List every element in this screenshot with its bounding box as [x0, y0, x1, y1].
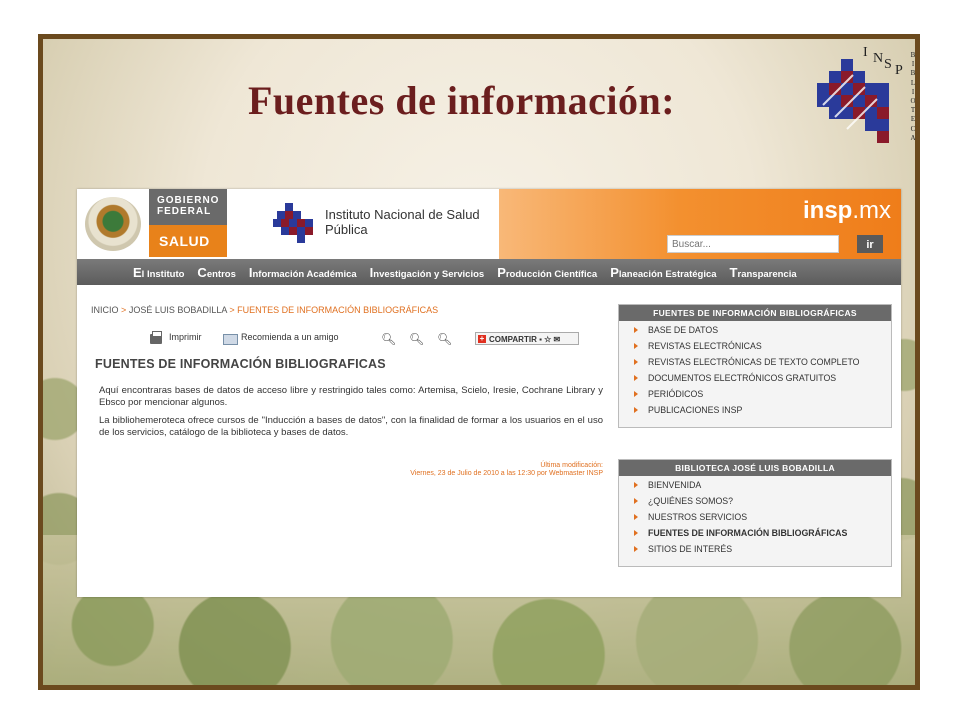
- logo-letter-s: S: [884, 57, 892, 72]
- logo-vertical-letter: L: [910, 78, 916, 87]
- sidebar-box-fuentes: FUENTES DE INFORMACIÓN BIBLIOGRÁFICAS BA…: [618, 304, 892, 428]
- site-header: GOBIERNO FEDERAL SALUD Instituto Naciona…: [77, 189, 901, 259]
- logo-vertical-letter: B: [910, 69, 916, 78]
- nav-investigacion-servicios[interactable]: Investigación y Servicios: [370, 265, 485, 280]
- logo-vertical-letter: O: [910, 97, 916, 106]
- nav-label: ransparencia: [737, 268, 797, 280]
- sidebar-box-list: BIENVENIDA ¿QUIÉNES SOMOS? NUESTROS SERV…: [619, 476, 891, 566]
- institute-name[interactable]: Instituto Nacional de Salud Pública: [325, 207, 485, 237]
- nav-label: nvestigación y Servicios: [373, 268, 485, 280]
- sidebar-item-documentos-gratuitos[interactable]: DOCUMENTOS ELECTRÓNICOS GRATUITOS: [619, 373, 891, 384]
- main-nav: El Instituto Centros Información Académi…: [77, 259, 901, 285]
- recommend-link[interactable]: Recomienda a un amigo: [241, 332, 339, 342]
- breadcrumb: INICIO > JOSÉ LUIS BOBADILLA > FUENTES D…: [91, 305, 438, 315]
- page-heading: FUENTES DE INFORMACIÓN BIBLIOGRAFICAS: [95, 357, 386, 371]
- nav-initial: C: [197, 264, 207, 280]
- nav-informacion-academica[interactable]: Información Académica: [249, 265, 357, 280]
- logo-vertical-letter: T: [910, 106, 916, 115]
- sidebar-item-nuestros-servicios[interactable]: NUESTROS SERVICIOS: [619, 512, 891, 523]
- gobierno-federal-label: GOBIERNO FEDERAL: [149, 189, 227, 225]
- header-orange-bar: insp.mx ir: [499, 189, 901, 259]
- logo-vertical-letter: I: [911, 87, 915, 96]
- sidebar-box-biblioteca: BIBLIOTECA JOSÉ LUIS BOBADILLA BIENVENID…: [618, 459, 892, 567]
- last-modified-value: Viernes, 23 de Julio de 2010 a las 12:30…: [410, 470, 603, 477]
- nav-transparencia[interactable]: Transparencia: [730, 265, 797, 280]
- breadcrumb-separator: >: [229, 305, 235, 315]
- sidebar-box-title: FUENTES DE INFORMACIÓN BIBLIOGRÁFICAS: [619, 305, 891, 321]
- logo-vertical-letter: C: [910, 124, 916, 133]
- last-modified: Última modificación: Viernes, 23 de Juli…: [410, 462, 603, 478]
- brand-bold: insp: [802, 197, 853, 224]
- logo-vertical-letter: A: [910, 133, 916, 142]
- last-modified-label: Última modificación:: [540, 462, 603, 469]
- nav-planeacion-estrategica[interactable]: Planeación Estratégica: [610, 265, 716, 280]
- slide-frame: Fuentes de información: I N S P B I B L …: [38, 34, 920, 690]
- gobierno-federal-block: GOBIERNO FEDERAL SALUD: [77, 189, 227, 257]
- brand-rest: .mx: [852, 197, 891, 224]
- insp-mx-brand[interactable]: insp.mx: [803, 197, 891, 225]
- logo-letter-p: P: [895, 63, 903, 78]
- nav-label: l Instituto: [141, 268, 185, 280]
- envelope-icon[interactable]: [223, 334, 238, 345]
- nav-produccion-cientifica[interactable]: Producción Científica: [497, 265, 597, 280]
- print-link[interactable]: Imprimir: [169, 332, 202, 342]
- zoom-out-icon[interactable]: 🔍︎: [381, 332, 396, 346]
- nav-initial: P: [497, 264, 506, 280]
- plus-icon: +: [478, 334, 486, 343]
- sidebar-item-periodicos[interactable]: PERIÓDICOS: [619, 389, 891, 400]
- salud-label: SALUD: [149, 225, 227, 257]
- logo-vertical-letter: I: [911, 60, 915, 69]
- nav-label: entros: [206, 268, 236, 280]
- nav-initial: T: [729, 264, 738, 280]
- sidebar-item-sitios-de-interes[interactable]: SITIOS DE INTERÉS: [619, 544, 891, 555]
- share-button[interactable]: + COMPARTIR ▪ ☆ ✉: [475, 332, 579, 345]
- nav-label: roducción Científica: [505, 268, 598, 280]
- sidebar-item-revistas-texto-completo[interactable]: REVISTAS ELECTRÓNICAS DE TEXTO COMPLETO: [619, 357, 891, 368]
- sidebar-item-quienes-somos[interactable]: ¿QUIÉNES SOMOS?: [619, 496, 891, 507]
- nav-initial: P: [610, 264, 619, 280]
- breadcrumb-inicio[interactable]: INICIO: [91, 305, 119, 315]
- nav-initial: E: [133, 264, 142, 280]
- insp-logo-icon[interactable]: [271, 201, 317, 247]
- sidebar-box-title: BIBLIOTECA JOSÉ LUIS BOBADILLA: [619, 460, 891, 476]
- share-label: COMPARTIR: [489, 335, 537, 344]
- sidebar-box-list: BASE DE DATOS REVISTAS ELECTRÓNICAS REVI…: [619, 321, 891, 427]
- nav-label: laneación Estratégica: [618, 268, 717, 280]
- breadcrumb-current: FUENTES DE INFORMACIÓN BIBLIOGRÁFICAS: [237, 305, 439, 315]
- printer-icon[interactable]: [150, 331, 162, 344]
- paragraph-2: La bibliohemeroteca ofrece cursos de "In…: [99, 415, 603, 438]
- website-screenshot: GOBIERNO FEDERAL SALUD Instituto Naciona…: [77, 189, 901, 597]
- logo-letter-i: I: [863, 45, 868, 60]
- zoom-reset-icon[interactable]: 🔍︎: [409, 332, 424, 346]
- logo-vertical-text: B I B L I O T E C A: [909, 51, 916, 143]
- zoom-in-icon[interactable]: 🔍︎: [437, 332, 452, 346]
- logo-vertical-letter: B: [910, 51, 916, 59]
- breadcrumb-jose-luis-bobadilla[interactable]: JOSÉ LUIS BOBADILLA: [129, 305, 227, 315]
- paragraph-1: Aquí encontraras bases de datos de acces…: [99, 385, 603, 408]
- search-input[interactable]: [667, 235, 839, 253]
- sidebar-item-revistas-electronicas[interactable]: REVISTAS ELECTRÓNICAS: [619, 341, 891, 352]
- sidebar-item-fuentes-informacion[interactable]: FUENTES DE INFORMACIÓN BIBLIOGRÁFICAS: [619, 528, 891, 539]
- sidebar-item-base-de-datos[interactable]: BASE DE DATOS: [619, 325, 891, 336]
- nav-centros[interactable]: Centros: [197, 265, 235, 280]
- nav-label: nformación Académica: [252, 268, 357, 280]
- insp-library-logo: I N S P B I B L I O T E C A: [813, 45, 916, 145]
- page-tools: Imprimir Recomienda a un amigo 🔍︎ 🔍︎ 🔍︎ …: [147, 330, 587, 348]
- mexico-coat-of-arms-icon: [85, 197, 141, 251]
- breadcrumb-separator: >: [121, 305, 127, 315]
- sidebar-item-bienvenida[interactable]: BIENVENIDA: [619, 480, 891, 491]
- nav-el-instituto[interactable]: El Instituto: [133, 265, 184, 280]
- search-button[interactable]: ir: [857, 235, 883, 253]
- slide-title: Fuentes de información:: [248, 78, 676, 123]
- logo-letter-n: N: [873, 51, 884, 66]
- sidebar-item-publicaciones-insp[interactable]: PUBLICACIONES INSP: [619, 405, 891, 416]
- logo-vertical-letter: E: [910, 115, 916, 124]
